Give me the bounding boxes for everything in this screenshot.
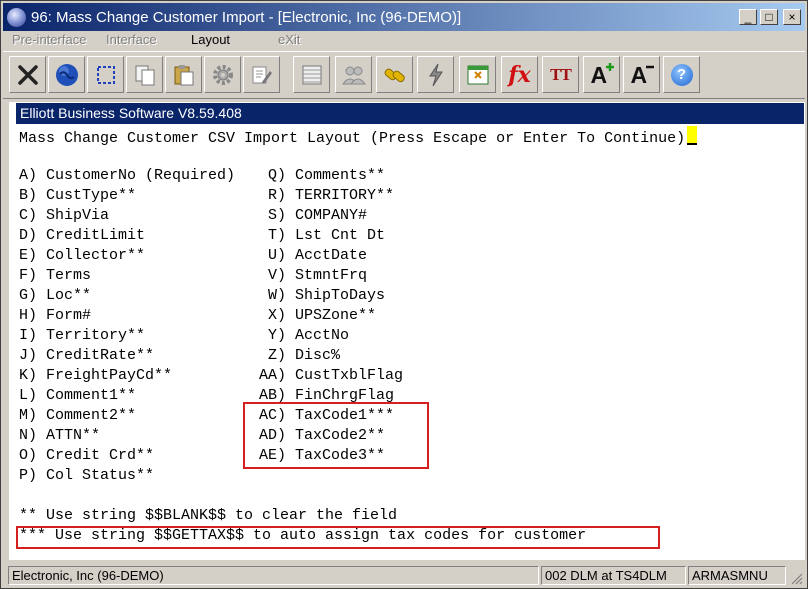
field-q: Q) Comments** bbox=[259, 167, 386, 184]
field-r: R) TERRITORY** bbox=[259, 187, 395, 204]
status-bar: Electronic, Inc (96-DEMO) 002 DLM at TS4… bbox=[3, 563, 805, 586]
field-v: V) StmntFrq bbox=[259, 267, 368, 284]
close-x-icon bbox=[17, 64, 38, 85]
field-t: T) Lst Cnt Dt bbox=[259, 227, 386, 244]
field-s: S) COMPANY# bbox=[259, 207, 368, 224]
copy-icon bbox=[135, 65, 154, 85]
paste-toolbar-button[interactable] bbox=[165, 56, 202, 93]
prompt-text: Mass Change Customer CSV Import Layout (… bbox=[19, 130, 686, 147]
font-size-icon: TT bbox=[550, 64, 572, 84]
menu-exit[interactable]: eXit bbox=[278, 32, 300, 47]
app-window: 96: Mass Change Customer Import - [Elect… bbox=[0, 0, 808, 589]
terminal-header: Elliott Business Software V8.59.408 bbox=[16, 103, 804, 124]
minimize-button[interactable]: _ bbox=[739, 9, 757, 25]
users-icon bbox=[341, 66, 366, 84]
font-decrease-icon: A bbox=[629, 62, 655, 88]
tax-codes-highlight bbox=[243, 402, 429, 469]
text-cursor bbox=[687, 126, 698, 145]
menu-interface[interactable]: Interface bbox=[106, 32, 157, 47]
blank-note: ** Use string $$BLANK$$ to clear the fie… bbox=[19, 507, 398, 524]
internet-toolbar-button[interactable] bbox=[48, 56, 85, 93]
action-toolbar-button[interactable] bbox=[417, 56, 454, 93]
link-icon bbox=[384, 68, 405, 82]
field-m: M) Comment2** bbox=[19, 407, 137, 424]
font-increase-icon: A bbox=[589, 62, 615, 88]
toolbar: fx TT A A ? bbox=[3, 51, 805, 99]
lightning-icon bbox=[428, 63, 443, 86]
field-c: C) ShipVia bbox=[19, 207, 110, 224]
font-increase-toolbar-button[interactable]: A bbox=[583, 56, 620, 93]
exit-toolbar-button[interactable] bbox=[9, 56, 46, 93]
field-aa: AA) CustTxblFlag bbox=[259, 367, 404, 384]
edit-form-icon bbox=[252, 66, 272, 84]
globe-icon bbox=[55, 63, 78, 86]
minus-icon bbox=[645, 65, 654, 68]
left-field-column: A) CustomerNo (Required) B) CustType** C) … bbox=[19, 166, 235, 486]
maximize-button[interactable]: □ bbox=[760, 9, 778, 25]
field-a: A) CustomerNo (Required) bbox=[19, 167, 236, 184]
window-title: 96: Mass Change Customer Import - [Elect… bbox=[31, 9, 462, 26]
paste-icon bbox=[174, 64, 193, 85]
field-d: D) CreditLimit bbox=[19, 227, 146, 244]
font-toolbar-button[interactable]: TT bbox=[542, 56, 579, 93]
users-toolbar-button[interactable] bbox=[335, 56, 372, 93]
copy-toolbar-button[interactable] bbox=[126, 56, 163, 93]
field-l: L) Comment1** bbox=[19, 387, 137, 404]
field-k: K) FreightPayCd** bbox=[19, 367, 173, 384]
gear-icon bbox=[212, 64, 233, 85]
field-o: O) Credit Crd** bbox=[19, 447, 155, 464]
fx-icon: fx bbox=[508, 61, 531, 88]
elliott-app-icon[interactable] bbox=[7, 8, 26, 27]
status-session: 002 DLM at TS4DLM bbox=[541, 566, 686, 585]
field-f: F) Terms bbox=[19, 267, 92, 284]
field-n: N) ATTN** bbox=[19, 427, 101, 444]
title-bar[interactable]: 96: Mass Change Customer Import - [Elect… bbox=[3, 3, 805, 31]
menu-layout[interactable]: Layout bbox=[191, 32, 230, 47]
close-button[interactable]: × bbox=[783, 9, 801, 25]
calc-sheet-toolbar-button[interactable] bbox=[459, 56, 496, 93]
field-w: W) ShipToDays bbox=[259, 287, 386, 304]
fx-toolbar-button[interactable]: fx bbox=[501, 56, 538, 93]
field-y: Y) AcctNo bbox=[259, 327, 350, 344]
field-i: I) Territory** bbox=[19, 327, 146, 344]
resize-grip-icon[interactable] bbox=[789, 571, 803, 585]
field-p: P) Col Status** bbox=[19, 467, 155, 484]
menu-bar: Pre-interface Interface Layout eXit bbox=[3, 31, 805, 49]
link-toolbar-button[interactable] bbox=[376, 56, 413, 93]
plus-icon bbox=[605, 62, 614, 71]
help-toolbar-button[interactable]: ? bbox=[663, 56, 700, 93]
field-x: X) UPSZone** bbox=[259, 307, 377, 324]
field-j: J) CreditRate** bbox=[19, 347, 155, 364]
select-box-icon bbox=[96, 65, 115, 84]
font-decrease-toolbar-button[interactable]: A bbox=[623, 56, 660, 93]
menu-pre-interface[interactable]: Pre-interface bbox=[12, 32, 86, 47]
list-icon bbox=[302, 65, 321, 84]
field-b: B) CustType** bbox=[19, 187, 137, 204]
list-toolbar-button[interactable] bbox=[293, 56, 330, 93]
calc-sheet-icon bbox=[467, 65, 488, 84]
field-g: G) Loc** bbox=[19, 287, 92, 304]
edit-form-toolbar-button[interactable] bbox=[243, 56, 280, 93]
field-h: H) Form# bbox=[19, 307, 92, 324]
field-e: E) Collector** bbox=[19, 247, 146, 264]
field-z: Z) Disc% bbox=[259, 347, 341, 364]
help-icon: ? bbox=[670, 63, 693, 86]
gettax-note-highlight bbox=[16, 526, 660, 549]
settings-toolbar-button[interactable] bbox=[204, 56, 241, 93]
field-u: U) AcctDate bbox=[259, 247, 368, 264]
terminal-prompt: Mass Change Customer CSV Import Layout (… bbox=[19, 126, 698, 149]
status-company: Electronic, Inc (96-DEMO) bbox=[8, 566, 539, 585]
select-toolbar-button[interactable] bbox=[87, 56, 124, 93]
status-user: ARMASMNU bbox=[688, 566, 786, 585]
